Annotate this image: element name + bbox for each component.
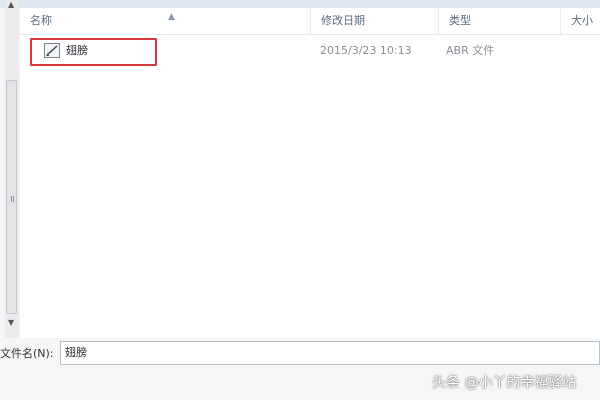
scrollbar-grip-icon — [11, 196, 14, 202]
filename-input[interactable]: 翅膀 — [60, 341, 600, 365]
vertical-scrollbar[interactable]: ▲ ▼ — [5, 0, 19, 338]
file-date-modified: 2015/3/23 10:13 — [320, 44, 412, 57]
highlight-annotation-box — [30, 38, 157, 66]
column-header-size-label: 大小 — [571, 14, 593, 27]
scroll-down-arrow-icon[interactable]: ▼ — [8, 318, 14, 327]
column-header-size[interactable]: 大小 — [560, 8, 600, 34]
column-header-date-label: 修改日期 — [321, 14, 365, 27]
window-top-strip — [0, 0, 600, 8]
watermark-text: 头条 @小丫的幸福驿站 — [432, 375, 577, 391]
scroll-up-arrow-icon[interactable]: ▲ — [8, 0, 14, 9]
column-header-date[interactable]: 修改日期 — [310, 8, 438, 34]
column-header-name[interactable]: 名称 ▲ — [20, 8, 310, 34]
sort-ascending-icon: ▲ — [168, 12, 175, 22]
column-header-type-label: 类型 — [449, 14, 471, 27]
column-header-name-label: 名称 — [30, 14, 52, 27]
filename-label: 文件名(N): — [0, 347, 54, 360]
file-type: ABR 文件 — [446, 44, 495, 57]
column-header-row: 名称 ▲ 修改日期 类型 大小 — [20, 8, 600, 35]
column-header-type[interactable]: 类型 — [438, 8, 560, 34]
scrollbar-thumb[interactable] — [6, 80, 17, 314]
